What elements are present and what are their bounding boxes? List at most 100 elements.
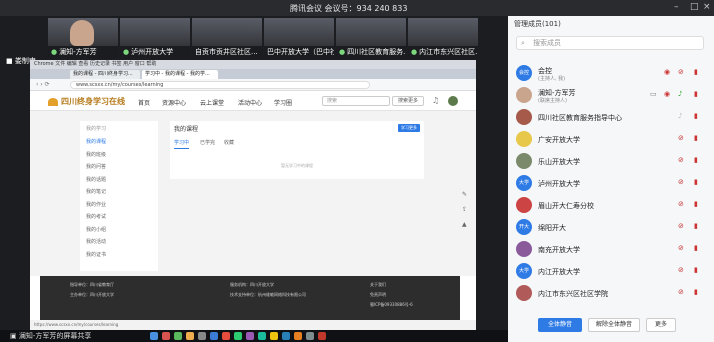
- sidebar-item-topics[interactable]: 我的话题: [80, 174, 158, 187]
- user-avatar[interactable]: [448, 96, 458, 106]
- mic-off-icon[interactable]: ⊘: [678, 68, 684, 76]
- camera-off-icon[interactable]: ▮: [694, 178, 698, 186]
- maximize-icon[interactable]: □: [690, 2, 699, 12]
- bell-icon[interactable]: ♫: [432, 96, 439, 105]
- app-icon[interactable]: [294, 332, 302, 340]
- nav-learning-circle[interactable]: 学习圈: [274, 98, 292, 107]
- tab-completed[interactable]: 已学完: [200, 139, 215, 146]
- camera-off-icon[interactable]: ▮: [694, 156, 698, 164]
- browser-tab[interactable]: 我的课程 - 四川终身学习...: [70, 70, 140, 79]
- mic-off-icon[interactable]: ⊘: [678, 156, 684, 164]
- app-icon[interactable]: [198, 332, 206, 340]
- more-button[interactable]: 更多: [646, 318, 676, 332]
- video-tile[interactable]: ● 澜知-方军芳: [48, 18, 118, 58]
- learn-more-button[interactable]: 学习更多: [398, 124, 420, 132]
- sidebar-item-activities[interactable]: 我的活动: [80, 236, 158, 249]
- share-icon[interactable]: ⇪: [462, 206, 474, 213]
- member-row[interactable]: 会控 会控 (主持人, 我) ◉ ⊘ ▮: [508, 62, 714, 84]
- footer-icp[interactable]: 蜀ICP备09330886号-6: [370, 302, 413, 308]
- app-icon[interactable]: [306, 332, 314, 340]
- sidebar-item-homework[interactable]: 我的作业: [80, 199, 158, 212]
- nav-resources[interactable]: 资源中心: [162, 98, 186, 107]
- app-icon[interactable]: [174, 332, 182, 340]
- tab-favorites[interactable]: 收藏: [224, 139, 234, 146]
- camera-off-icon[interactable]: ▮: [694, 90, 698, 98]
- member-row[interactable]: 四川社区教育服务指导中心 ♪ ▮: [508, 106, 714, 128]
- tab-learning[interactable]: 学习中: [174, 139, 190, 149]
- member-row[interactable]: 大学 泸州开放大学 ⊘ ▮: [508, 172, 714, 194]
- app-icon[interactable]: [222, 332, 230, 340]
- nav-home[interactable]: 首页: [138, 98, 150, 107]
- back-icon[interactable]: ‹ › ⟳: [36, 81, 50, 88]
- camera-off-icon[interactable]: ▮: [694, 112, 698, 120]
- empty-state: 暂无学习中的课程: [281, 163, 313, 168]
- footer-about[interactable]: 关于我们: [370, 282, 386, 288]
- site-search-input[interactable]: 搜索: [322, 96, 390, 106]
- mic-off-icon[interactable]: ⊘: [678, 244, 684, 252]
- close-icon[interactable]: ×: [703, 2, 711, 12]
- member-row[interactable]: 开大 绵阳开大 ⊘ ▮: [508, 216, 714, 238]
- browser-tab-active[interactable]: 学习中 - 我的课程 - 我的学...: [142, 70, 218, 79]
- camera-off-icon[interactable]: ▮: [694, 200, 698, 208]
- sidebar-item-qa[interactable]: 我的问答: [80, 161, 158, 174]
- camera-off-icon[interactable]: ◉: [664, 68, 670, 76]
- member-row[interactable]: 南充开放大学 ⊘ ▮: [508, 238, 714, 260]
- sidebar-item-groups[interactable]: 我的小组: [80, 224, 158, 237]
- video-tile[interactable]: ● 四川社区教育服务...: [336, 18, 406, 58]
- member-row[interactable]: 乐山开放大学 ⊘ ▮: [508, 150, 714, 172]
- app-icon[interactable]: [318, 332, 326, 340]
- app-icon[interactable]: [234, 332, 242, 340]
- app-icon[interactable]: [246, 332, 254, 340]
- video-tile[interactable]: 自贡市贡井区社区...: [192, 18, 262, 58]
- site-logo[interactable]: 四川终身学习在线: [48, 96, 125, 107]
- app-icon[interactable]: [258, 332, 266, 340]
- camera-off-icon[interactable]: ▮: [694, 288, 698, 296]
- app-icon[interactable]: [282, 332, 290, 340]
- nav-activities[interactable]: 活动中心: [238, 98, 262, 107]
- member-row[interactable]: 广安开放大学 ⊘ ▮: [508, 128, 714, 150]
- camera-off-icon[interactable]: ▮: [694, 244, 698, 252]
- app-icon[interactable]: [270, 332, 278, 340]
- sidebar-item-certificates[interactable]: 我的证书: [80, 249, 158, 262]
- share-indicator[interactable]: ▣ 澜知-方军芳的屏幕共享: [10, 331, 91, 341]
- app-icon[interactable]: [186, 332, 194, 340]
- sidebar-item-notes[interactable]: 我的笔记: [80, 186, 158, 199]
- sidebar-item-exams[interactable]: 我的考试: [80, 211, 158, 224]
- mic-off-icon[interactable]: ⊘: [678, 178, 684, 186]
- nav-cloud-classroom[interactable]: 云上课堂: [200, 98, 224, 107]
- camera-on-icon[interactable]: ◉: [664, 90, 670, 98]
- camera-off-icon[interactable]: ▮: [694, 68, 698, 76]
- minimize-icon[interactable]: –: [674, 2, 679, 12]
- sidebar-item-classes[interactable]: 我的班级: [80, 149, 158, 162]
- member-search-input[interactable]: ⌕ 搜索成员: [516, 36, 704, 50]
- top-icon[interactable]: ▲: [462, 221, 474, 228]
- sidebar-item-courses[interactable]: 我的课程: [80, 136, 158, 149]
- member-row[interactable]: 澜知-方军芳 (联席主持人) ▭ ◉ ♪ ▮: [508, 84, 714, 106]
- camera-off-icon[interactable]: ▮: [694, 134, 698, 142]
- mic-off-icon[interactable]: ⊘: [678, 222, 684, 230]
- app-icon[interactable]: [162, 332, 170, 340]
- camera-off-icon[interactable]: ▮: [694, 222, 698, 230]
- mute-all-button[interactable]: 全体静音: [538, 318, 582, 332]
- mic-off-icon[interactable]: ⊘: [678, 266, 684, 274]
- member-row[interactable]: 大学 内江开放大学 ⊘ ▮: [508, 260, 714, 282]
- footer-host: 主办单位：四川开放大学: [70, 292, 114, 297]
- address-bar[interactable]: www.scsxx.cn/my/courses/learning: [70, 81, 370, 89]
- mic-off-icon[interactable]: ⊘: [678, 288, 684, 296]
- app-icon[interactable]: [210, 332, 218, 340]
- mic-off-icon[interactable]: ⊘: [678, 200, 684, 208]
- finder-icon[interactable]: [150, 332, 158, 340]
- mic-on-icon[interactable]: ♪: [678, 90, 682, 98]
- mic-off-icon[interactable]: ⊘: [678, 134, 684, 142]
- camera-off-icon[interactable]: ▮: [694, 266, 698, 274]
- video-tile[interactable]: ● 泸州开放大学: [120, 18, 190, 58]
- site-search-button[interactable]: 搜索更多: [392, 96, 424, 106]
- footer-disclaimer[interactable]: 免责声明: [370, 292, 386, 298]
- comment-icon[interactable]: ✎: [462, 191, 474, 198]
- member-row[interactable]: 眉山开大仁寿分校 ⊘ ▮: [508, 194, 714, 216]
- unmute-all-button[interactable]: 解除全体静音: [588, 318, 640, 332]
- mic-muted-icon[interactable]: ♪: [678, 112, 682, 120]
- video-tile[interactable]: 巴中开放大学（巴中社...: [264, 18, 334, 58]
- video-tile[interactable]: ● 内江市东兴区社区...: [408, 18, 478, 58]
- member-row[interactable]: 内江市东兴区社区学院 ⊘ ▮: [508, 282, 714, 304]
